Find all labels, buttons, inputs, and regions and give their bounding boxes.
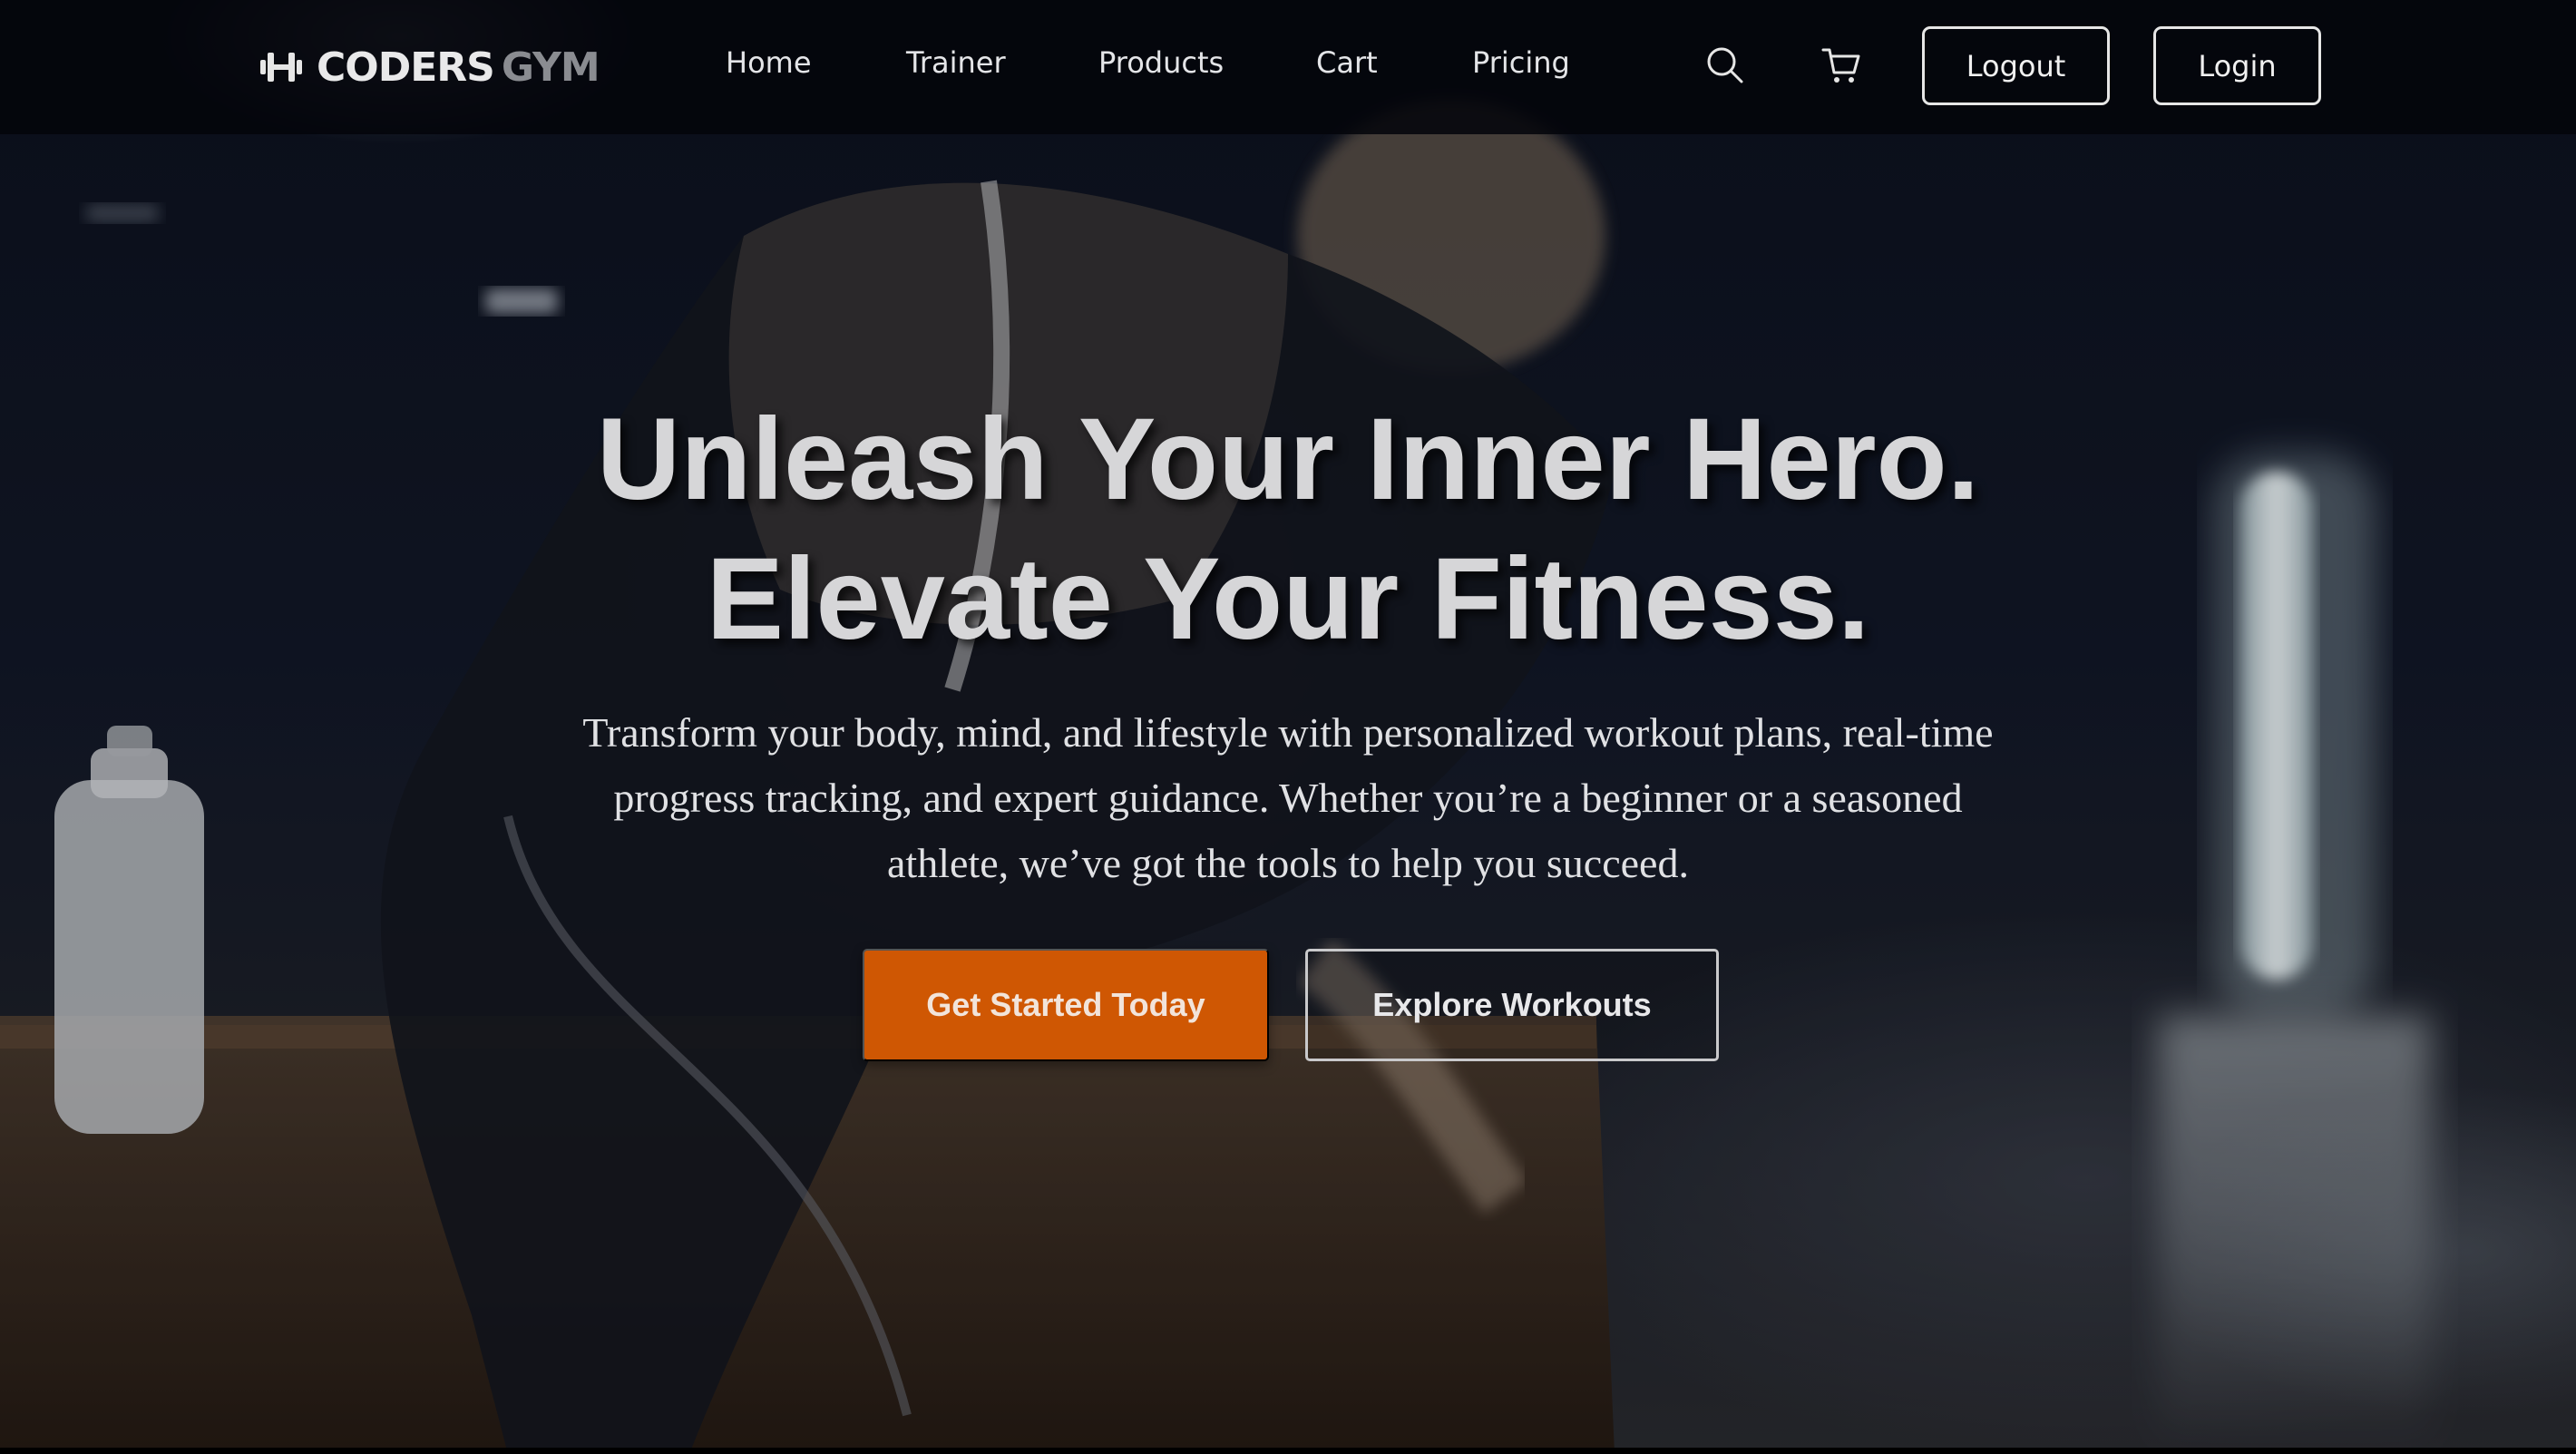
brand-name-primary: CODERS <box>317 44 495 91</box>
bottom-edge-divider <box>0 1448 2576 1454</box>
brand-logo[interactable]: CODERS GYM <box>259 42 600 93</box>
nav-link-trainer[interactable]: Trainer <box>906 45 1006 80</box>
top-navbar: CODERS GYM Home Trainer Products Cart Pri… <box>0 0 2576 134</box>
login-button[interactable]: Login <box>2153 26 2321 105</box>
hero-title-line-1: Unleash Your Inner Hero. <box>596 395 1980 524</box>
search-icon <box>1707 47 1743 83</box>
nav-link-products[interactable]: Products <box>1098 45 1224 80</box>
dumbbell-icon <box>260 53 302 82</box>
cart-button[interactable] <box>1821 45 1861 85</box>
nav-link-home[interactable]: Home <box>726 45 812 80</box>
hero-subtitle: Transform your body, mind, and lifestyle… <box>582 709 1994 886</box>
logout-button[interactable]: Logout <box>1922 26 2110 105</box>
explore-workouts-button[interactable]: Explore Workouts <box>1305 949 1719 1061</box>
hero-title-line-2: Elevate Your Fitness. <box>706 534 1870 664</box>
brand-name-secondary: GYM <box>501 44 600 91</box>
shopping-cart-icon <box>1821 48 1860 83</box>
nav-link-pricing[interactable]: Pricing <box>1472 45 1570 80</box>
nav-link-cart[interactable]: Cart <box>1316 45 1378 80</box>
brand-name: CODERS GYM <box>317 44 600 91</box>
hero-title: Unleash Your Inner Hero. Elevate Your Fi… <box>381 390 2195 669</box>
get-started-button[interactable]: Get Started Today <box>863 949 1269 1061</box>
search-button[interactable] <box>1705 45 1745 85</box>
